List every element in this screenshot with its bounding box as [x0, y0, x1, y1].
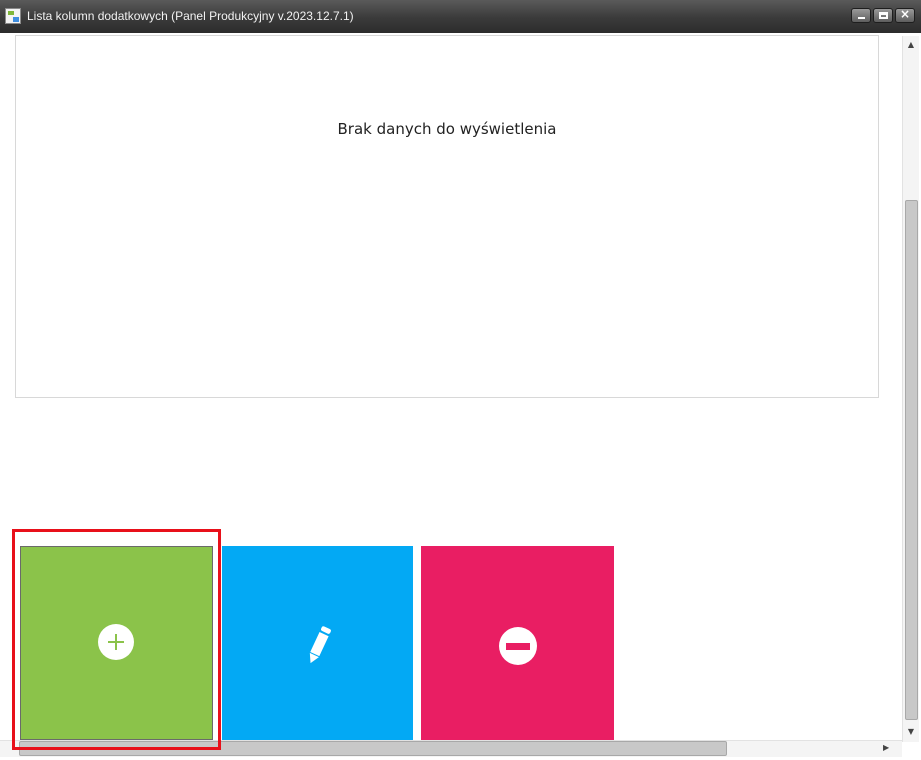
minimize-icon: [858, 17, 865, 19]
maximize-icon: [879, 12, 888, 19]
scroll-right-icon[interactable]: ▶: [883, 743, 889, 752]
pencil-icon: [309, 626, 331, 664]
maximize-button[interactable]: [873, 8, 893, 23]
vertical-scrollbar[interactable]: ▲ ▼: [902, 36, 919, 742]
horizontal-scroll-thumb[interactable]: [19, 741, 727, 756]
plus-circle-icon: [98, 624, 134, 660]
app-logo-icon: [5, 8, 21, 24]
window-controls: ×: [851, 7, 915, 23]
minus-circle-icon: [499, 627, 537, 665]
data-grid[interactable]: Brak danych do wyświetlenia: [15, 35, 879, 398]
scroll-up-icon[interactable]: ▲: [903, 40, 919, 49]
add-button[interactable]: [20, 546, 213, 740]
horizontal-scrollbar[interactable]: ▶: [0, 740, 902, 757]
remove-button[interactable]: [421, 546, 614, 740]
vertical-scroll-thumb[interactable]: [905, 200, 918, 720]
close-icon: ×: [899, 7, 911, 21]
edit-button[interactable]: [222, 546, 413, 740]
close-button[interactable]: ×: [895, 7, 915, 23]
window-titlebar[interactable]: Lista kolumn dodatkowych (Panel Produkcy…: [0, 0, 921, 33]
empty-grid-message: Brak danych do wyświetlenia: [337, 120, 557, 138]
scroll-down-icon[interactable]: ▼: [903, 727, 919, 736]
window-title: Lista kolumn dodatkowych (Panel Produkcy…: [27, 9, 354, 23]
minimize-button[interactable]: [851, 8, 871, 23]
